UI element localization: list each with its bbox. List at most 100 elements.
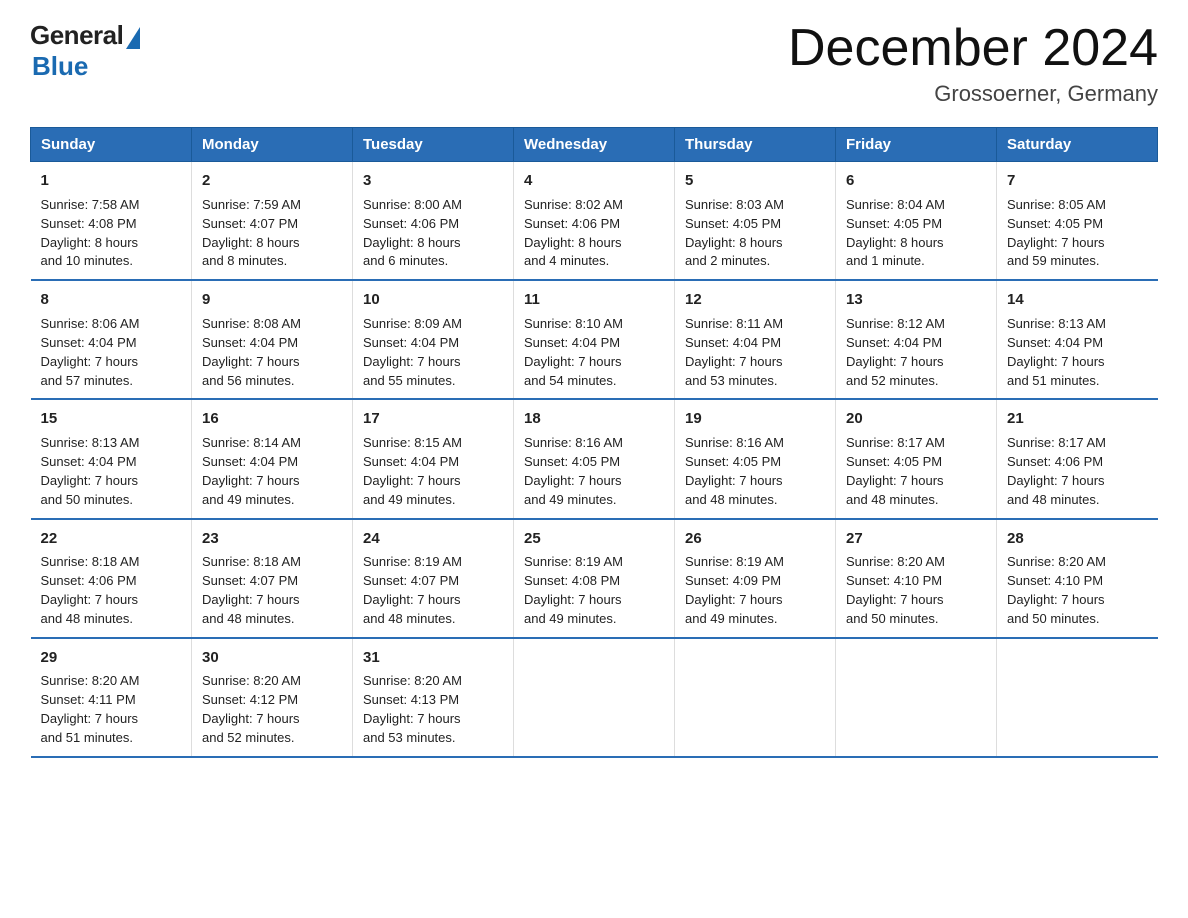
day-number: 18 <box>524 408 664 430</box>
day-info: Sunrise: 8:15 AM Sunset: 4:04 PM Dayligh… <box>363 435 462 507</box>
day-info: Sunrise: 8:20 AM Sunset: 4:13 PM Dayligh… <box>363 673 462 745</box>
day-number: 16 <box>202 408 342 430</box>
calendar-cell: 11 Sunrise: 8:10 AM Sunset: 4:04 PM Dayli… <box>514 280 675 399</box>
calendar-cell <box>514 638 675 757</box>
weekday-header-saturday: Saturday <box>997 128 1158 162</box>
day-number: 11 <box>524 289 664 311</box>
day-number: 23 <box>202 528 342 550</box>
day-info: Sunrise: 8:05 AM Sunset: 4:05 PM Dayligh… <box>1007 197 1106 269</box>
day-number: 4 <box>524 170 664 192</box>
calendar-cell: 28 Sunrise: 8:20 AM Sunset: 4:10 PM Dayli… <box>997 519 1158 638</box>
day-info: Sunrise: 8:02 AM Sunset: 4:06 PM Dayligh… <box>524 197 623 269</box>
calendar-cell: 24 Sunrise: 8:19 AM Sunset: 4:07 PM Dayli… <box>353 519 514 638</box>
day-number: 24 <box>363 528 503 550</box>
day-number: 22 <box>41 528 182 550</box>
day-info: Sunrise: 8:20 AM Sunset: 4:10 PM Dayligh… <box>1007 554 1106 626</box>
day-info: Sunrise: 8:13 AM Sunset: 4:04 PM Dayligh… <box>41 435 140 507</box>
calendar-cell: 31 Sunrise: 8:20 AM Sunset: 4:13 PM Dayli… <box>353 638 514 757</box>
calendar-cell <box>997 638 1158 757</box>
day-number: 30 <box>202 647 342 669</box>
day-info: Sunrise: 8:09 AM Sunset: 4:04 PM Dayligh… <box>363 316 462 388</box>
calendar-cell: 7 Sunrise: 8:05 AM Sunset: 4:05 PM Daylig… <box>997 162 1158 281</box>
calendar-cell: 14Sunrise: 8:13 AM Sunset: 4:04 PM Dayli… <box>997 280 1158 399</box>
calendar-cell: 9 Sunrise: 8:08 AM Sunset: 4:04 PM Daylig… <box>192 280 353 399</box>
day-info: Sunrise: 8:03 AM Sunset: 4:05 PM Dayligh… <box>685 197 784 269</box>
calendar-cell: 10 Sunrise: 8:09 AM Sunset: 4:04 PM Dayli… <box>353 280 514 399</box>
day-number: 10 <box>363 289 503 311</box>
day-number: 7 <box>1007 170 1148 192</box>
calendar-cell: 30 Sunrise: 8:20 AM Sunset: 4:12 PM Dayli… <box>192 638 353 757</box>
day-number: 9 <box>202 289 342 311</box>
day-info: Sunrise: 8:19 AM Sunset: 4:08 PM Dayligh… <box>524 554 623 626</box>
day-number: 6 <box>846 170 986 192</box>
day-info: Sunrise: 8:18 AM Sunset: 4:06 PM Dayligh… <box>41 554 140 626</box>
day-number: 20 <box>846 408 986 430</box>
weekday-header-sunday: Sunday <box>31 128 192 162</box>
day-number: 1 <box>41 170 182 192</box>
weekday-header-thursday: Thursday <box>675 128 836 162</box>
calendar-cell: 25Sunrise: 8:19 AM Sunset: 4:08 PM Dayli… <box>514 519 675 638</box>
weekday-header-wednesday: Wednesday <box>514 128 675 162</box>
day-info: Sunrise: 8:19 AM Sunset: 4:07 PM Dayligh… <box>363 554 462 626</box>
week-row-4: 22 Sunrise: 8:18 AM Sunset: 4:06 PM Dayli… <box>31 519 1158 638</box>
day-info: Sunrise: 8:08 AM Sunset: 4:04 PM Dayligh… <box>202 316 301 388</box>
calendar-cell: 27 Sunrise: 8:20 AM Sunset: 4:10 PM Dayli… <box>836 519 997 638</box>
calendar-cell: 13 Sunrise: 8:12 AM Sunset: 4:04 PM Dayli… <box>836 280 997 399</box>
calendar-cell: 19Sunrise: 8:16 AM Sunset: 4:05 PM Dayli… <box>675 399 836 518</box>
logo-triangle-icon <box>126 27 140 49</box>
weekday-header-tuesday: Tuesday <box>353 128 514 162</box>
day-info: Sunrise: 7:58 AM Sunset: 4:08 PM Dayligh… <box>41 197 140 269</box>
day-info: Sunrise: 8:10 AM Sunset: 4:04 PM Dayligh… <box>524 316 623 388</box>
day-info: Sunrise: 8:20 AM Sunset: 4:12 PM Dayligh… <box>202 673 301 745</box>
calendar-cell: 1 Sunrise: 7:58 AM Sunset: 4:08 PM Daylig… <box>31 162 192 281</box>
weekday-header-friday: Friday <box>836 128 997 162</box>
header-row: SundayMondayTuesdayWednesdayThursdayFrid… <box>31 128 1158 162</box>
day-number: 28 <box>1007 528 1148 550</box>
main-title: December 2024 <box>788 20 1158 77</box>
page-header: General Blue December 2024 Grossoerner, … <box>30 20 1158 107</box>
calendar-cell: 22 Sunrise: 8:18 AM Sunset: 4:06 PM Dayli… <box>31 519 192 638</box>
logo-blue-text: Blue <box>32 51 88 82</box>
day-number: 17 <box>363 408 503 430</box>
day-number: 3 <box>363 170 503 192</box>
day-info: Sunrise: 8:20 AM Sunset: 4:10 PM Dayligh… <box>846 554 945 626</box>
calendar-cell: 4 Sunrise: 8:02 AM Sunset: 4:06 PM Daylig… <box>514 162 675 281</box>
week-row-2: 8Sunrise: 8:06 AM Sunset: 4:04 PM Daylig… <box>31 280 1158 399</box>
calendar-cell: 29 Sunrise: 8:20 AM Sunset: 4:11 PM Dayli… <box>31 638 192 757</box>
day-info: Sunrise: 8:06 AM Sunset: 4:04 PM Dayligh… <box>41 316 140 388</box>
day-info: Sunrise: 8:04 AM Sunset: 4:05 PM Dayligh… <box>846 197 945 269</box>
calendar-cell: 26Sunrise: 8:19 AM Sunset: 4:09 PM Dayli… <box>675 519 836 638</box>
calendar-cell: 16 Sunrise: 8:14 AM Sunset: 4:04 PM Dayli… <box>192 399 353 518</box>
calendar-cell: 6 Sunrise: 8:04 AM Sunset: 4:05 PM Daylig… <box>836 162 997 281</box>
calendar-cell: 23Sunrise: 8:18 AM Sunset: 4:07 PM Dayli… <box>192 519 353 638</box>
day-number: 27 <box>846 528 986 550</box>
calendar-body: 1 Sunrise: 7:58 AM Sunset: 4:08 PM Daylig… <box>31 162 1158 757</box>
day-info: Sunrise: 8:17 AM Sunset: 4:05 PM Dayligh… <box>846 435 945 507</box>
calendar-cell: 15 Sunrise: 8:13 AM Sunset: 4:04 PM Dayli… <box>31 399 192 518</box>
day-info: Sunrise: 8:20 AM Sunset: 4:11 PM Dayligh… <box>41 673 140 745</box>
day-number: 13 <box>846 289 986 311</box>
calendar-cell: 18Sunrise: 8:16 AM Sunset: 4:05 PM Dayli… <box>514 399 675 518</box>
day-info: Sunrise: 8:12 AM Sunset: 4:04 PM Dayligh… <box>846 316 945 388</box>
day-info: Sunrise: 8:00 AM Sunset: 4:06 PM Dayligh… <box>363 197 462 269</box>
day-number: 29 <box>41 647 182 669</box>
day-info: Sunrise: 7:59 AM Sunset: 4:07 PM Dayligh… <box>202 197 301 269</box>
calendar-header: SundayMondayTuesdayWednesdayThursdayFrid… <box>31 128 1158 162</box>
calendar-cell: 2 Sunrise: 7:59 AM Sunset: 4:07 PM Daylig… <box>192 162 353 281</box>
title-block: December 2024 Grossoerner, Germany <box>788 20 1158 107</box>
calendar-cell: 8Sunrise: 8:06 AM Sunset: 4:04 PM Daylig… <box>31 280 192 399</box>
day-info: Sunrise: 8:17 AM Sunset: 4:06 PM Dayligh… <box>1007 435 1106 507</box>
logo: General Blue <box>30 20 140 82</box>
day-info: Sunrise: 8:13 AM Sunset: 4:04 PM Dayligh… <box>1007 316 1106 388</box>
weekday-header-monday: Monday <box>192 128 353 162</box>
calendar-table: SundayMondayTuesdayWednesdayThursdayFrid… <box>30 127 1158 758</box>
day-info: Sunrise: 8:14 AM Sunset: 4:04 PM Dayligh… <box>202 435 301 507</box>
week-row-1: 1 Sunrise: 7:58 AM Sunset: 4:08 PM Daylig… <box>31 162 1158 281</box>
day-number: 31 <box>363 647 503 669</box>
week-row-5: 29 Sunrise: 8:20 AM Sunset: 4:11 PM Dayli… <box>31 638 1158 757</box>
day-number: 15 <box>41 408 182 430</box>
day-info: Sunrise: 8:16 AM Sunset: 4:05 PM Dayligh… <box>685 435 784 507</box>
day-number: 5 <box>685 170 825 192</box>
day-number: 2 <box>202 170 342 192</box>
calendar-cell <box>836 638 997 757</box>
